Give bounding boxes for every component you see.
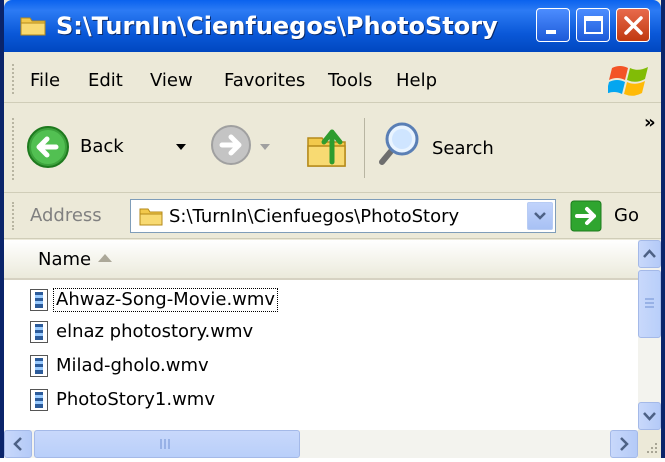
menu-grip[interactable] [12,64,16,94]
chevron-up-icon [643,249,656,258]
forward-arrow-icon[interactable] [210,124,252,166]
minimize-button[interactable] [536,8,570,42]
close-icon [624,16,643,35]
up-folder-icon[interactable] [304,122,352,170]
go-label: Go [614,205,639,226]
list-item[interactable]: Milad-gholo.wmv [30,352,320,380]
video-file-icon [30,289,48,311]
scroll-down-button[interactable] [638,402,661,430]
scroll-up-button[interactable] [638,240,661,268]
maximize-icon [584,16,603,34]
close-button[interactable] [616,8,650,42]
list-item[interactable]: PhotoStory1.wmv [30,386,320,414]
sort-ascending-icon [98,254,112,262]
scroll-left-button[interactable] [4,430,32,458]
back-arrow-icon [27,126,69,168]
back-dropdown-arrow-icon[interactable] [176,144,186,152]
menu-bar: File Edit View Favorites Tools Help [4,56,661,103]
video-file-icon [30,321,48,343]
chevron-right-icon [620,437,629,451]
file-name: elnaz photostory.wmv [56,321,254,342]
search-label: Search [432,138,494,159]
horizontal-scroll-thumb[interactable] [34,430,300,458]
vertical-scrollbar[interactable] [638,240,661,430]
chevron-down-icon [643,412,656,421]
menu-help[interactable]: Help [396,70,437,92]
file-name: PhotoStory1.wmv [56,389,215,410]
folder-icon [139,208,163,226]
windows-logo-icon [608,66,648,96]
toolbar-overflow-chevron[interactable]: » [644,112,656,134]
go-button[interactable] [570,200,656,232]
file-name: Ahwaz-Song-Movie.wmv [52,288,279,312]
address-grip[interactable] [12,202,16,230]
address-dropdown-button[interactable] [527,202,553,230]
folder-icon [20,17,46,36]
vertical-scroll-thumb[interactable] [638,270,661,338]
file-name: Milad-gholo.wmv [56,355,209,376]
address-bar: Address S:\TurnIn\Cienfuegos\PhotoStory … [4,194,661,239]
go-arrow-icon [570,200,602,232]
toolbar-separator [364,118,365,178]
menu-tools[interactable]: Tools [328,70,372,92]
scroll-right-button[interactable] [610,430,638,458]
menu-favorites[interactable]: Favorites [224,70,305,92]
menu-view[interactable]: View [150,70,193,92]
address-label: Address [30,205,102,226]
maximize-button[interactable] [576,8,610,42]
back-label: Back [80,136,124,157]
back-button[interactable]: Back [26,122,174,172]
resize-grip[interactable] [638,430,661,458]
address-value: S:\TurnIn\Cienfuegos\PhotoStory [169,206,460,227]
minimize-icon [546,30,556,34]
window-title: S:\TurnIn\Cienfuegos\PhotoStory [56,12,498,40]
chevron-left-icon [13,437,22,451]
grip-icon [645,298,654,308]
horizontal-scrollbar[interactable] [4,430,638,458]
title-bar[interactable]: S:\TurnIn\Cienfuegos\PhotoStory [4,0,661,52]
forward-dropdown-arrow-icon[interactable] [260,144,270,152]
resize-grip-icon [647,443,657,453]
chevron-down-icon [534,212,546,220]
list-item[interactable]: elnaz photostory.wmv [30,318,320,346]
toolbar-grip[interactable] [12,118,16,180]
explorer-window: S:\TurnIn\Cienfuegos\PhotoStory File Edi… [0,0,665,458]
menu-edit[interactable]: Edit [88,70,123,92]
search-button[interactable]: Search [376,120,506,174]
list-item[interactable]: Ahwaz-Song-Movie.wmv [30,286,320,314]
address-input[interactable]: S:\TurnIn\Cienfuegos\PhotoStory [130,199,556,233]
column-header-label: Name [38,249,92,270]
menu-file[interactable]: File [30,70,60,92]
search-icon [379,122,419,165]
file-list: Name Ahwaz-Song-Movie.wmv elnaz photosto… [4,240,661,458]
grip-icon [160,439,170,449]
video-file-icon [30,355,48,377]
standard-toolbar: Back Search » [4,104,661,193]
column-header-name[interactable]: Name [4,240,638,280]
video-file-icon [30,389,48,411]
